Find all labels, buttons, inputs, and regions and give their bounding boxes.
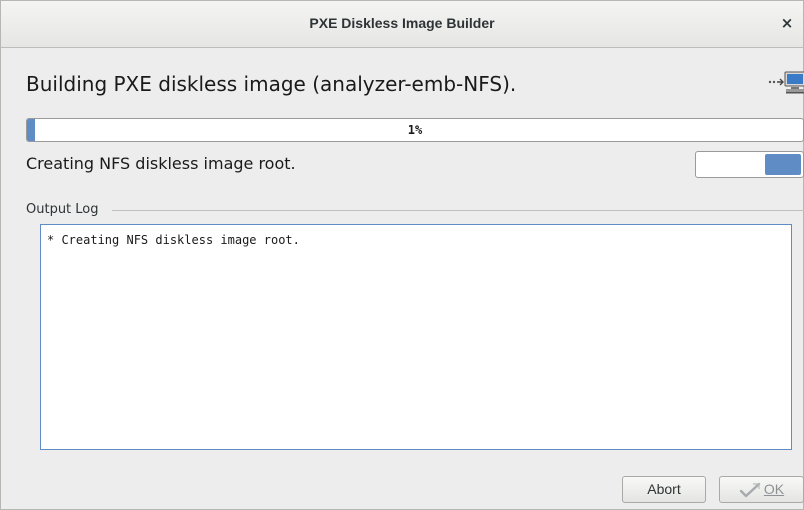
check-icon xyxy=(739,483,761,498)
close-button[interactable]: × xyxy=(777,13,797,33)
title-bar[interactable]: PXE Diskless Image Builder × xyxy=(1,1,803,48)
progress-label: 1% xyxy=(407,123,423,137)
deploy-to-computer-icon xyxy=(768,71,804,94)
output-log-label: Output Log xyxy=(26,202,103,217)
output-log-frame: Output Log * Creating NFS diskless image… xyxy=(26,202,804,465)
ok-button[interactable]: OK xyxy=(719,476,804,503)
activity-block xyxy=(765,154,801,175)
frame-divider xyxy=(112,210,804,211)
dialog-window: PXE Diskless Image Builder × Building PX… xyxy=(0,0,804,510)
ok-button-label: OK xyxy=(763,481,785,497)
page-title: Building PXE diskless image (analyzer-em… xyxy=(26,72,517,96)
status-text: Creating NFS diskless image root. xyxy=(26,154,296,173)
window-title: PXE Diskless Image Builder xyxy=(309,15,495,31)
activity-indicator xyxy=(695,151,804,178)
output-log-textarea[interactable]: * Creating NFS diskless image root. xyxy=(40,224,792,450)
abort-button[interactable]: Abort xyxy=(622,476,706,503)
progress-bar: 1% xyxy=(26,118,804,142)
